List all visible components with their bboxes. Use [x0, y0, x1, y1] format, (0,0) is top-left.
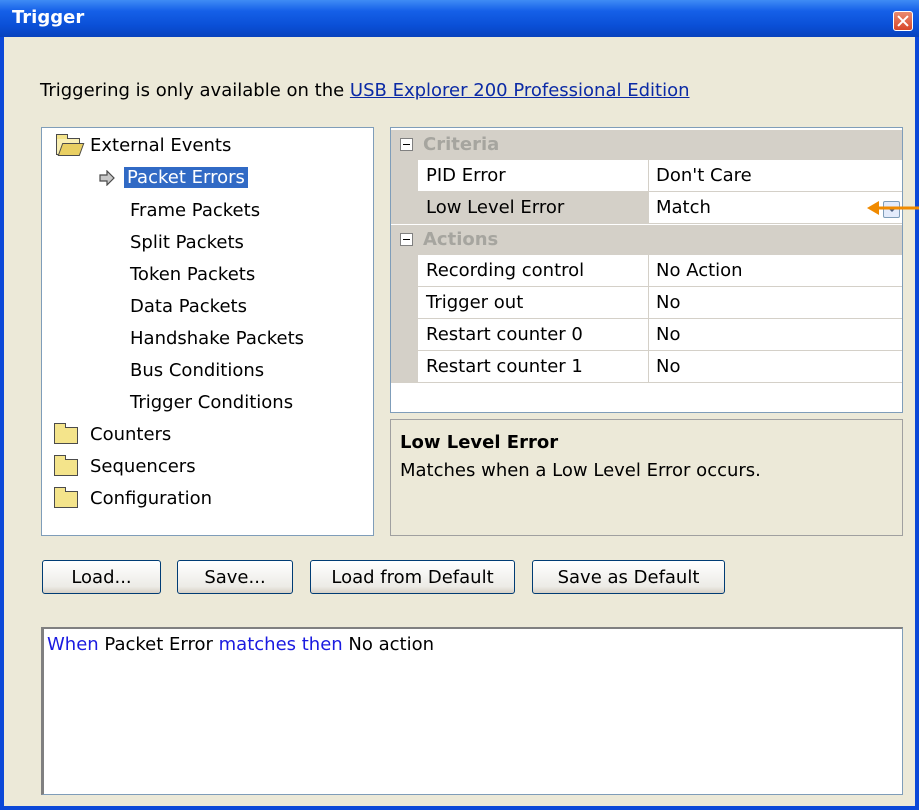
- property-value: No: [656, 356, 681, 377]
- tree-item-label: Token Packets: [130, 264, 256, 285]
- folder-icon: [54, 455, 78, 476]
- trigger-tree: External Events Packet Errors Frame Pack…: [41, 127, 374, 536]
- callout-arrow-icon: [867, 201, 919, 215]
- tree-item-bus-conditions[interactable]: Bus Conditions: [130, 358, 264, 384]
- load-from-default-button[interactable]: Load from Default: [310, 560, 515, 594]
- property-name: Trigger out: [426, 292, 524, 313]
- property-value-dropdown[interactable]: Match: [656, 197, 711, 218]
- close-icon[interactable]: [893, 11, 913, 31]
- summary-subject: Packet Error: [98, 634, 219, 655]
- row-gutter: [391, 160, 418, 192]
- title-bar[interactable]: Trigger: [0, 0, 919, 37]
- property-value: No Action: [656, 260, 743, 281]
- tree-item-data-packets[interactable]: Data Packets: [130, 294, 247, 320]
- tree-item-label: Packet Errors: [124, 167, 248, 188]
- tree-item-frame-packets[interactable]: Frame Packets: [130, 198, 260, 224]
- save-button[interactable]: Save...: [177, 560, 293, 594]
- description-title: Low Level Error: [400, 432, 559, 453]
- tree-item-label: Split Packets: [130, 232, 244, 253]
- tree-item-label: Sequencers: [90, 456, 196, 477]
- collapse-icon[interactable]: [400, 138, 413, 151]
- property-row-restart-counter-1[interactable]: Restart counter 1 No: [391, 351, 902, 383]
- description-panel: Low Level Error Matches when a Low Level…: [390, 419, 903, 536]
- column-separator: [648, 287, 649, 319]
- description-text: Matches when a Low Level Error occurs.: [400, 460, 761, 481]
- collapse-icon[interactable]: [400, 233, 413, 246]
- property-row-low-level-error[interactable]: Low Level Error Match: [391, 192, 902, 224]
- save-as-default-button[interactable]: Save as Default: [532, 560, 725, 594]
- tree-item-packet-errors[interactable]: Packet Errors: [124, 165, 248, 191]
- tree-item-label: Configuration: [90, 488, 213, 509]
- tree-item-label: Bus Conditions: [130, 360, 265, 381]
- arrow-right-icon: [99, 170, 115, 186]
- property-grid: Criteria PID Error Don't Care Low Level …: [390, 127, 903, 413]
- folder-open-icon: [56, 134, 80, 155]
- column-separator: [648, 319, 649, 351]
- tree-item-label: External Events: [90, 135, 232, 156]
- category-label: Criteria: [423, 134, 500, 155]
- category-label: Actions: [423, 229, 499, 250]
- property-row-trigger-out[interactable]: Trigger out No: [391, 287, 902, 319]
- row-gutter: [391, 351, 418, 383]
- row-gutter: [391, 192, 418, 224]
- row-gutter: [391, 319, 418, 351]
- folder-icon: [54, 487, 78, 508]
- summary-action: No action: [342, 634, 435, 655]
- column-separator: [648, 192, 649, 224]
- trigger-summary-box[interactable]: When Packet Error matches then No action: [41, 627, 903, 795]
- folder-icon: [54, 423, 78, 444]
- property-value: No: [656, 292, 681, 313]
- edition-link[interactable]: USB Explorer 200 Professional Edition: [350, 80, 690, 101]
- column-separator: [648, 255, 649, 287]
- category-criteria[interactable]: Criteria: [391, 130, 902, 160]
- tree-item-label: Counters: [90, 424, 172, 445]
- tree-item-label: Frame Packets: [130, 200, 261, 221]
- column-separator: [648, 351, 649, 383]
- property-name: Low Level Error: [426, 197, 565, 218]
- property-value: Don't Care: [656, 165, 752, 186]
- property-value: No: [656, 324, 681, 345]
- property-name: Recording control: [426, 260, 585, 281]
- tree-item-trigger-conditions[interactable]: Trigger Conditions: [130, 390, 293, 416]
- property-name: Restart counter 1: [426, 356, 583, 377]
- window-title: Trigger: [12, 7, 85, 28]
- tree-item-label: Trigger Conditions: [130, 392, 294, 413]
- tree-item-token-packets[interactable]: Token Packets: [130, 262, 255, 288]
- property-name: Restart counter 0: [426, 324, 583, 345]
- trigger-summary-line: When Packet Error matches then No action: [47, 634, 434, 655]
- property-row-pid-error[interactable]: PID Error Don't Care: [391, 160, 902, 192]
- keyword-when: When: [47, 634, 99, 655]
- edition-notice: Triggering is only available on the USB …: [40, 80, 690, 101]
- row-gutter: [391, 255, 418, 287]
- row-gutter: [391, 287, 418, 319]
- load-button[interactable]: Load...: [42, 560, 161, 594]
- category-actions[interactable]: Actions: [391, 225, 902, 255]
- tree-item-label: Data Packets: [130, 296, 247, 317]
- keyword-matches-then: matches then: [218, 634, 343, 655]
- tree-item-split-packets[interactable]: Split Packets: [130, 230, 244, 256]
- notice-text: Triggering is only available on the: [40, 80, 350, 101]
- property-name: PID Error: [426, 165, 506, 186]
- column-separator: [648, 160, 649, 192]
- property-row-recording-control[interactable]: Recording control No Action: [391, 255, 902, 287]
- tree-item-handshake-packets[interactable]: Handshake Packets: [130, 326, 304, 352]
- tree-item-label: Handshake Packets: [130, 328, 305, 349]
- property-row-restart-counter-0[interactable]: Restart counter 0 No: [391, 319, 902, 351]
